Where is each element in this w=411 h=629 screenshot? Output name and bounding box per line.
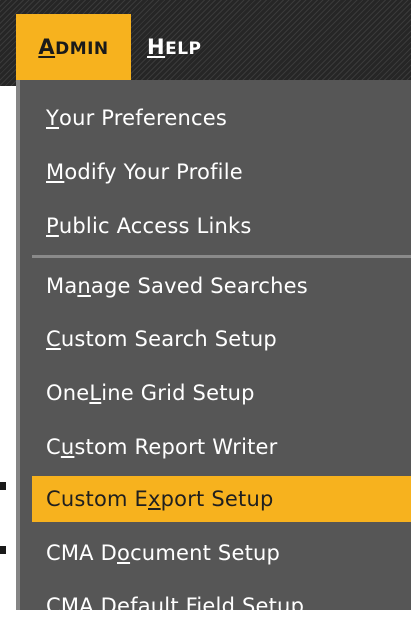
admin-menu-label: ADMIN [38, 35, 109, 59]
admin-dropdown-menu: Your Preferences Modify Your Profile Pub… [16, 80, 411, 618]
help-menu-label: HELP [147, 35, 202, 59]
menu-bar: ADMIN HELP [0, 0, 411, 86]
background-fragment [0, 482, 6, 490]
menu-item-custom-report-writer[interactable]: Cu stom Report Writer [32, 424, 411, 470]
menu-item-custom-search-setup[interactable]: Custom Search Setup [32, 316, 411, 362]
menu-item-manage-saved-searches[interactable]: Ma n age Saved Searches [32, 263, 411, 309]
background-fragment [0, 546, 6, 554]
menu-item-cma-default-field-setup[interactable]: CMA Default Field Setup [32, 583, 411, 629]
menu-separator [32, 255, 411, 258]
help-menu[interactable]: HELP [147, 14, 227, 80]
menu-item-public-access-links[interactable]: Public Access Links [32, 203, 411, 249]
menu-item-one-line-grid-setup[interactable]: One Line Grid Setup [32, 370, 411, 416]
page-background-edge [0, 86, 14, 602]
menu-item-modify-profile[interactable]: Modify Your Profile [32, 149, 411, 195]
menu-item-your-preferences[interactable]: Your Preferences [32, 95, 411, 141]
menu-item-cma-document-setup[interactable]: CMA Do cument Setup [32, 530, 411, 576]
admin-menu[interactable]: ADMIN [16, 14, 131, 80]
menu-item-custom-export-setup[interactable]: Custom Ex port Setup [32, 476, 411, 522]
